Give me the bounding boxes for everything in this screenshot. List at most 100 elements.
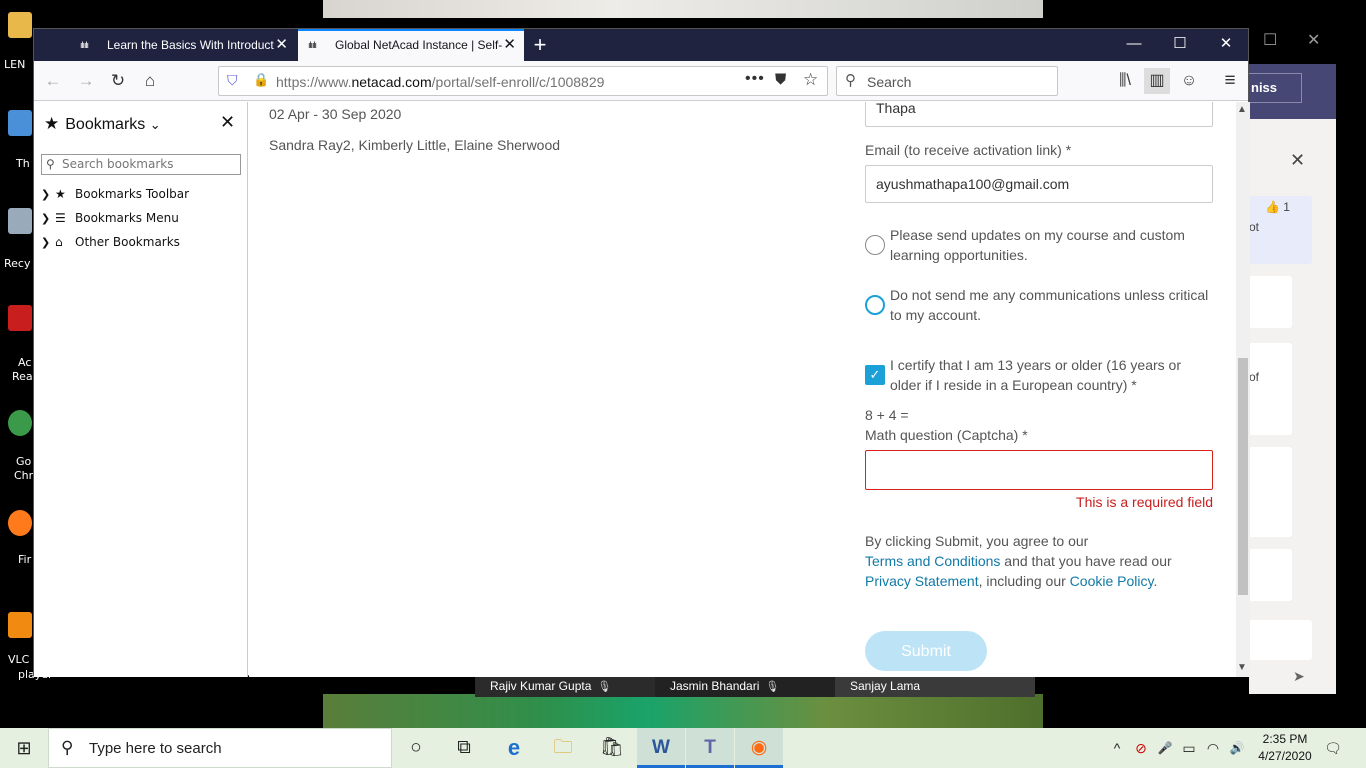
email-field[interactable]: ayushmathapa100@gmail.com bbox=[865, 165, 1213, 203]
chat-message bbox=[1249, 276, 1292, 328]
required-error: This is a required field bbox=[1076, 494, 1213, 510]
bookmark-folder-other[interactable]: ❯ ⌂ Other Bookmarks bbox=[41, 232, 180, 252]
captcha-input[interactable] bbox=[865, 450, 1213, 490]
compose-box[interactable] bbox=[1249, 620, 1312, 660]
tab-title: Global NetAcad Instance | Self- bbox=[335, 38, 503, 52]
page-scrollbar[interactable]: ▲ ▼ bbox=[1236, 102, 1250, 677]
updates-radio[interactable] bbox=[865, 235, 885, 255]
battery-icon[interactable]: ▭ bbox=[1178, 728, 1200, 768]
desktop-this-pc-icon[interactable] bbox=[8, 110, 32, 136]
menu-icon[interactable]: ≡ bbox=[1217, 68, 1243, 94]
wifi-icon[interactable]: ◠ bbox=[1202, 728, 1224, 768]
checkmark-icon: ✓ bbox=[869, 367, 881, 382]
new-tab-button[interactable]: + bbox=[528, 32, 552, 58]
no-comms-radio[interactable] bbox=[865, 295, 885, 315]
tab-global-netacad[interactable]: ılıılı Global NetAcad Instance | Self- ✕ bbox=[298, 29, 524, 61]
close-icon[interactable]: ✕ bbox=[1290, 150, 1305, 171]
task-view-icon[interactable]: ⧉ bbox=[440, 728, 488, 768]
search-bookmarks-field[interactable]: ⚲ bbox=[41, 154, 241, 175]
teams-icon[interactable]: T bbox=[686, 728, 734, 768]
participant-tile: Rajiv Kumar Gupta 🎙 bbox=[475, 675, 655, 697]
participant-tile: Jasmin Bhandari 🎙 bbox=[655, 675, 835, 697]
search-icon: ⚲ bbox=[845, 72, 856, 89]
pocket-icon[interactable]: ⛊ bbox=[775, 71, 786, 88]
page-actions-icon[interactable]: ••• bbox=[745, 70, 765, 88]
meeting-participants: Rajiv Kumar Gupta 🎙 Jasmin Bhandari 🎙 Sanj… bbox=[475, 675, 1035, 697]
bookmark-folder-toolbar[interactable]: ❯ ★ Bookmarks Toolbar bbox=[41, 184, 189, 204]
course-dates: 02 Apr - 30 Sep 2020 bbox=[269, 106, 402, 122]
chevron-right-icon[interactable]: ❯ bbox=[41, 209, 55, 229]
maximize-icon[interactable]: ☐ bbox=[1263, 30, 1277, 50]
close-sidebar-icon[interactable]: ✕ bbox=[220, 112, 235, 133]
page-content: 02 Apr - 30 Sep 2020 Sandra Ray2, Kimber… bbox=[249, 102, 1236, 677]
home-button[interactable]: ⌂ bbox=[136, 68, 164, 94]
file-explorer-icon[interactable]: 🗀 bbox=[539, 728, 587, 768]
terms-link[interactable]: Terms and Conditions bbox=[865, 553, 1000, 569]
certify-checkbox[interactable]: ✓ bbox=[865, 365, 885, 385]
search-bar[interactable]: ⚲ Search bbox=[836, 66, 1058, 96]
maximize-button[interactable]: ☐ bbox=[1157, 29, 1203, 61]
desktop-recycle-bin-icon[interactable] bbox=[8, 208, 32, 234]
submit-button[interactable]: Submit bbox=[865, 631, 987, 671]
url-bar[interactable]: ⛉ 🔒 https://www.netacad.com/portal/self-… bbox=[218, 66, 828, 96]
scroll-down-icon[interactable]: ▼ bbox=[1237, 662, 1247, 673]
desktop-icon-label: Recy bbox=[4, 257, 31, 270]
bookmark-star-icon[interactable]: ☆ bbox=[803, 70, 818, 90]
chat-text-fragment: of bbox=[1249, 370, 1260, 384]
clock[interactable]: 2:35 PM 4/27/2020 bbox=[1252, 731, 1318, 765]
desktop-icon-label: Ac bbox=[18, 356, 32, 369]
cortana-icon[interactable]: ○ bbox=[392, 728, 440, 768]
store-icon[interactable]: 🛍 bbox=[588, 728, 636, 768]
cisco-icon: ılıılı bbox=[80, 40, 89, 50]
tracking-protection-icon[interactable]: ⛉ bbox=[227, 72, 238, 89]
word-icon[interactable]: W bbox=[637, 728, 685, 768]
firefox-icon[interactable]: ◉ bbox=[735, 728, 783, 768]
show-hidden-icons[interactable]: ^ bbox=[1108, 728, 1126, 768]
start-button[interactable]: ⊞ bbox=[0, 728, 48, 768]
bookmark-folder-menu[interactable]: ❯ ☰ Bookmarks Menu bbox=[41, 208, 179, 228]
send-icon[interactable]: ➤ bbox=[1293, 668, 1305, 685]
desktop-folder-icon[interactable] bbox=[8, 12, 32, 38]
desktop-acrobat-icon[interactable] bbox=[8, 305, 32, 331]
desktop-firefox-icon[interactable] bbox=[8, 510, 32, 536]
like-reaction[interactable]: 👍 1 bbox=[1265, 200, 1290, 214]
cookie-link[interactable]: Cookie Policy bbox=[1070, 573, 1154, 589]
close-tab-icon[interactable]: ✕ bbox=[275, 29, 288, 61]
reload-button[interactable]: ↻ bbox=[104, 68, 132, 94]
desktop-icon-label: Chr bbox=[14, 469, 34, 482]
chevron-right-icon[interactable]: ❯ bbox=[41, 233, 55, 253]
network-off-icon[interactable]: ⊘ bbox=[1130, 728, 1152, 768]
close-icon[interactable]: ✕ bbox=[1307, 30, 1320, 50]
search-bookmarks-input[interactable] bbox=[62, 157, 234, 171]
privacy-link[interactable]: Privacy Statement bbox=[865, 573, 979, 589]
url-text[interactable]: https://www.netacad.com/portal/self-enro… bbox=[276, 74, 604, 90]
desktop-vlc-icon[interactable] bbox=[8, 612, 32, 638]
taskbar-search[interactable]: ⚲ Type here to search bbox=[48, 728, 392, 768]
search-icon: ⚲ bbox=[46, 157, 55, 171]
bookmarks-sidebar: ★Bookmarks ⌄ ✕ ⚲ ❯★Bookmarks Toolbar ❯☰B… bbox=[34, 102, 248, 677]
back-button[interactable]: ← bbox=[39, 68, 67, 94]
sidebar-title[interactable]: ★ Bookmarks ⌄ bbox=[44, 114, 161, 134]
tab-learn-the-basics[interactable]: ılıılı Learn the Basics With Introduct ✕ bbox=[70, 29, 296, 61]
bookmarks-toolbar-icon: ★ bbox=[55, 187, 66, 201]
scrollbar-thumb[interactable] bbox=[1238, 358, 1248, 595]
close-tab-icon[interactable]: ✕ bbox=[503, 31, 516, 59]
library-icon[interactable]: ⫼\ bbox=[1112, 68, 1138, 94]
dismiss-button[interactable]: niss bbox=[1249, 73, 1302, 103]
last-name-field[interactable]: Thapa bbox=[865, 102, 1213, 127]
scroll-up-icon[interactable]: ▲ bbox=[1237, 104, 1247, 115]
microphone-icon[interactable]: 🎤 bbox=[1154, 728, 1176, 768]
desktop-chrome-icon[interactable] bbox=[8, 410, 32, 436]
minimize-button[interactable]: — bbox=[1111, 29, 1157, 61]
chevron-right-icon[interactable]: ❯ bbox=[41, 185, 55, 205]
account-icon[interactable]: ☺ bbox=[1176, 68, 1202, 94]
notifications-icon[interactable]: 🗨 bbox=[1320, 728, 1346, 768]
sidebar-toggle-icon[interactable]: ▥ bbox=[1144, 68, 1170, 94]
lock-icon[interactable]: 🔒 bbox=[253, 72, 269, 88]
clock-time: 2:35 PM bbox=[1262, 732, 1308, 746]
participant-name: Jasmin Bhandari bbox=[670, 679, 760, 693]
edge-icon[interactable]: e bbox=[490, 728, 538, 768]
close-window-button[interactable]: ✕ bbox=[1203, 29, 1249, 61]
forward-button[interactable]: → bbox=[72, 68, 100, 94]
volume-icon[interactable]: 🔊 bbox=[1226, 728, 1248, 768]
